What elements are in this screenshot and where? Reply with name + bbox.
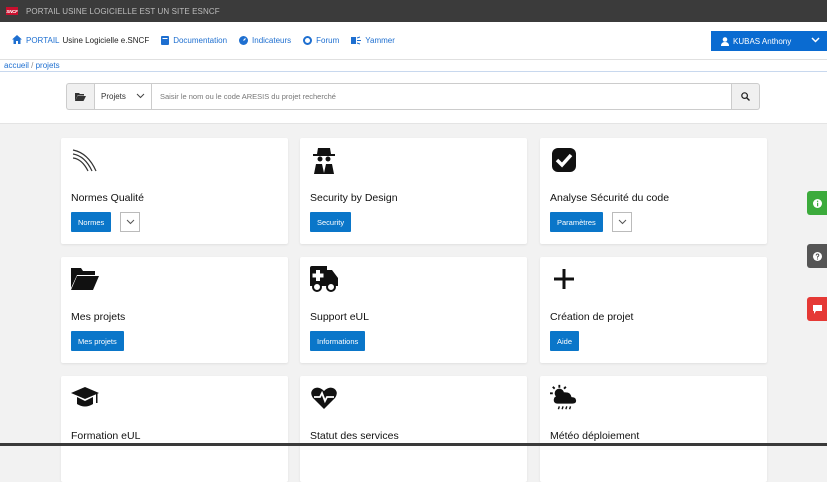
- project-type-select[interactable]: Projets: [94, 83, 152, 110]
- security-button[interactable]: Security: [310, 212, 352, 232]
- project-type-value: Projets: [101, 92, 126, 101]
- card-meteo-deploiement: Météo déploiement: [540, 376, 767, 482]
- card-statut-services: Statut des services: [300, 376, 527, 482]
- card-title: Création de projet: [550, 311, 634, 323]
- usine-label: Usine Logicielle e.SNCF: [62, 36, 150, 45]
- card-security-by-design: Security by Design Security: [300, 138, 527, 244]
- mes-projets-button[interactable]: Mes projets: [71, 331, 124, 351]
- card-formation-eul: Formation eUL: [61, 376, 288, 482]
- banner-text: PORTAIL USINE LOGICIELLE EST UN SITE ESN…: [26, 6, 220, 16]
- weather-icon: [550, 384, 578, 412]
- checkmark-icon: [550, 146, 578, 174]
- normes-dropdown-toggle[interactable]: [120, 212, 140, 232]
- nav-documentation-label: Documentation: [173, 36, 228, 45]
- folder-open-icon: [75, 92, 86, 101]
- card-title: Support eUL: [310, 311, 369, 323]
- comment-icon: [812, 304, 822, 314]
- normes-button[interactable]: Normes: [71, 212, 112, 232]
- search-button[interactable]: [732, 83, 760, 110]
- question-icon: [812, 251, 822, 261]
- home-icon: [12, 35, 22, 46]
- side-help-button[interactable]: [807, 244, 827, 268]
- chevron-down-icon: [618, 218, 627, 226]
- nav-indicateurs[interactable]: Indicateurs: [239, 36, 291, 45]
- plus-icon: [550, 265, 578, 293]
- card-title: Mes projets: [71, 311, 126, 323]
- search-icon: [741, 92, 750, 101]
- user-name: KUBAS Anthony: [733, 36, 792, 46]
- portail-label: PORTAIL: [26, 36, 60, 45]
- search-bar: Projets Saisir le nom ou le code ARESIS …: [0, 72, 827, 124]
- breadcrumb-current: projets: [35, 61, 60, 70]
- nav-documentation[interactable]: Documentation: [161, 36, 227, 45]
- main-navbar: PORTAIL Usine Logicielle e.SNCF Document…: [0, 22, 827, 60]
- card-creation-projet: Création de projet Aide: [540, 257, 767, 363]
- search-input[interactable]: Saisir le nom ou le code ARESIS du proje…: [152, 83, 732, 110]
- search-placeholder: Saisir le nom ou le code ARESIS du proje…: [160, 92, 336, 101]
- informations-button[interactable]: Informations: [310, 331, 366, 351]
- heartbeat-icon: [310, 384, 338, 412]
- side-info-button[interactable]: [807, 191, 827, 215]
- brand-link[interactable]: PORTAIL Usine Logicielle e.SNCF: [12, 35, 149, 46]
- nav-yammer-label: Yammer: [365, 36, 395, 45]
- parametres-button[interactable]: Paramètres: [550, 212, 603, 232]
- nav-forum-label: Forum: [316, 36, 340, 45]
- card-title: Météo déploiement: [550, 430, 640, 442]
- yammer-icon: [351, 36, 362, 45]
- user-icon: [721, 36, 729, 46]
- chevron-down-icon: [136, 92, 145, 102]
- info-icon: [812, 198, 822, 208]
- aide-button[interactable]: Aide: [550, 331, 580, 351]
- folder-button[interactable]: [66, 83, 94, 110]
- dashboard-icon: [239, 36, 249, 45]
- nav-indicateurs-label: Indicateurs: [252, 36, 292, 45]
- breadcrumb: accueil / projets: [0, 60, 827, 72]
- card-title: Normes Qualité: [71, 192, 144, 204]
- card-mes-projets: Mes projets Mes projets: [61, 257, 288, 363]
- breadcrumb-separator: /: [31, 61, 34, 70]
- card-support-eul: Support eUL Informations: [300, 257, 527, 363]
- forum-icon: [303, 36, 313, 45]
- sncf-logo: SNCF: [6, 7, 18, 15]
- nav-forum[interactable]: Forum: [303, 36, 339, 45]
- nav-yammer[interactable]: Yammer: [351, 36, 395, 45]
- user-menu-button[interactable]: KUBAS Anthony: [711, 31, 827, 51]
- folder-open-icon: [71, 265, 99, 293]
- spy-icon: [310, 146, 338, 174]
- card-title: Analyse Sécurité du code: [550, 192, 670, 204]
- graduation-cap-icon: [71, 384, 99, 412]
- top-banner: SNCF PORTAIL USINE LOGICIELLE EST UN SIT…: [0, 0, 827, 22]
- book-icon: [161, 36, 170, 45]
- breadcrumb-home[interactable]: accueil: [4, 61, 29, 70]
- ambulance-icon: [310, 265, 338, 293]
- side-feedback-button[interactable]: [807, 297, 827, 321]
- curves-icon: [71, 146, 99, 174]
- card-title: Security by Design: [310, 192, 398, 204]
- chevron-down-icon: [126, 218, 135, 226]
- card-analyse-securite: Analyse Sécurité du code Paramètres: [540, 138, 767, 244]
- parametres-dropdown-toggle[interactable]: [612, 212, 632, 232]
- card-title: Statut des services: [310, 430, 399, 442]
- chevron-down-icon: [811, 36, 820, 46]
- card-normes-qualite: Normes Qualité Normes: [61, 138, 288, 244]
- card-title: Formation eUL: [71, 430, 141, 442]
